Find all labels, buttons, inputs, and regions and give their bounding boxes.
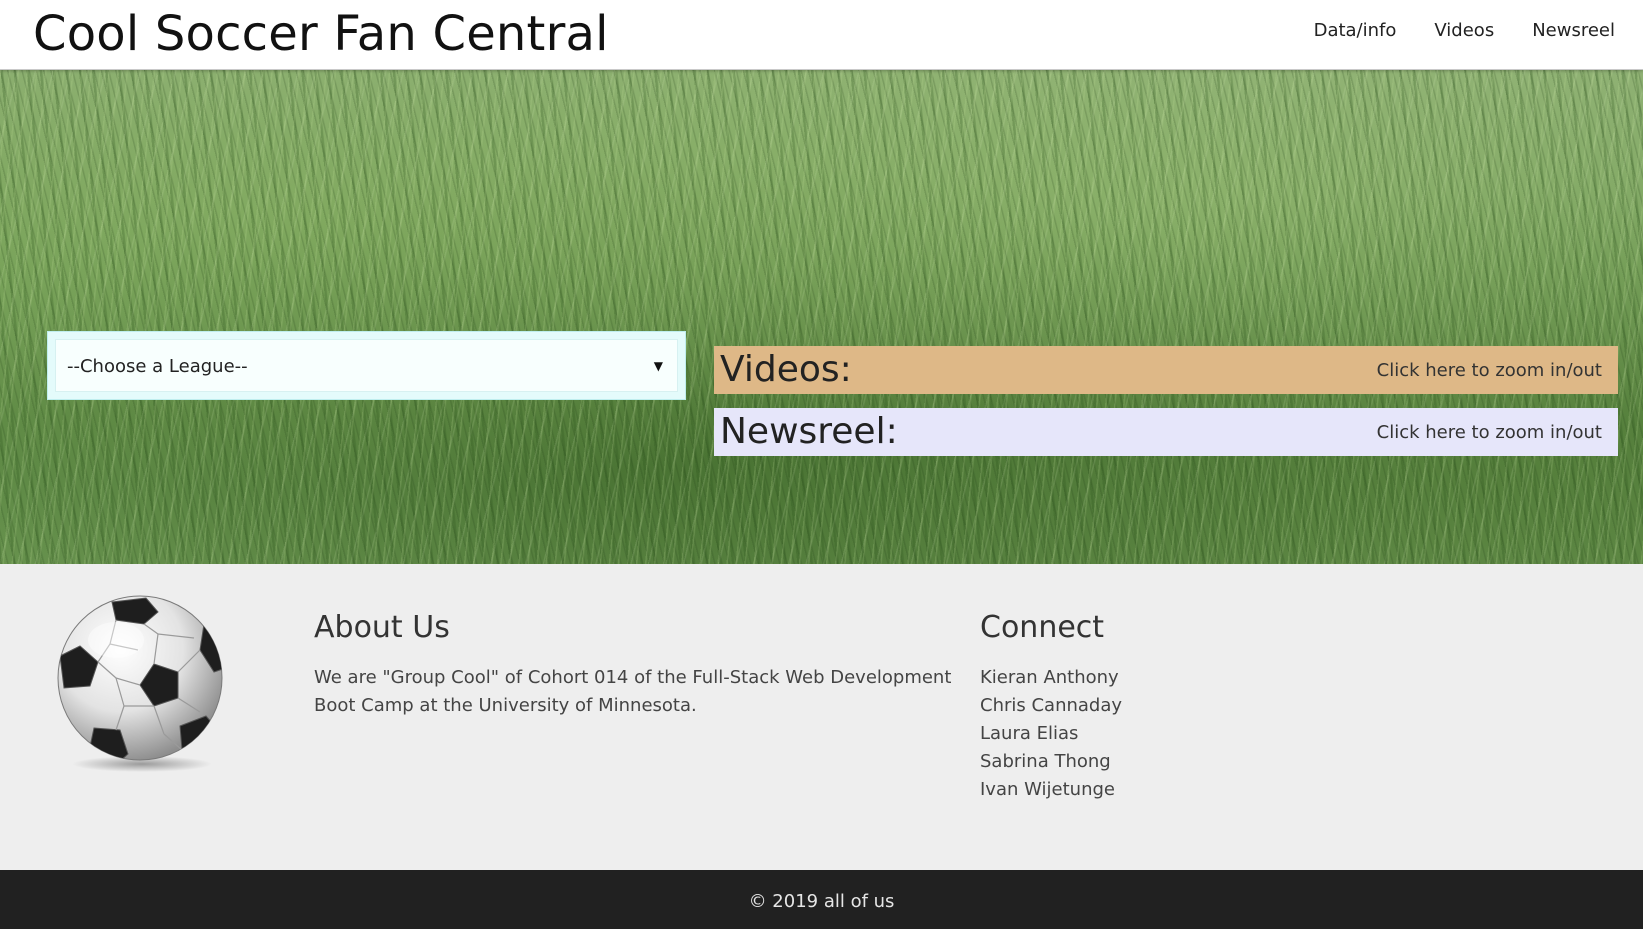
caret-down-icon: ▼ xyxy=(653,359,663,373)
connect-section: Connect Kieran Anthony Chris Cannaday La… xyxy=(980,608,1380,804)
about-us-text: We are "Group Cool" of Cohort 014 of the… xyxy=(314,667,952,716)
videos-zoom-toggle[interactable]: Click here to zoom in/out xyxy=(1377,360,1602,381)
member-name: Kieran Anthony xyxy=(980,667,1119,688)
member-name: Ivan Wijetunge xyxy=(980,779,1115,800)
newsreel-panel-header[interactable]: Newsreel: Click here to zoom in/out xyxy=(714,408,1618,456)
site-header: Cool Soccer Fan Central Data/info Videos… xyxy=(0,0,1643,70)
videos-panel-header[interactable]: Videos: Click here to zoom in/out xyxy=(714,346,1618,394)
member-list: Kieran Anthony Chris Cannaday Laura Elia… xyxy=(980,664,1380,804)
member-name: Chris Cannaday xyxy=(980,695,1123,716)
copyright-text: © 2019 all of us xyxy=(748,891,895,912)
videos-panel-title: Videos: xyxy=(720,349,852,390)
league-select-value: --Choose a League-- xyxy=(67,356,248,377)
member-name: Sabrina Thong xyxy=(980,751,1111,772)
league-select-container: --Choose a League-- ▼ xyxy=(47,331,686,400)
nav-link-videos[interactable]: Videos xyxy=(1415,18,1513,44)
about-us-section: About Us We are "Group Cool" of Cohort 0… xyxy=(314,608,954,720)
nav-link-data-info[interactable]: Data/info xyxy=(1295,18,1416,44)
nav-link-newsreel[interactable]: Newsreel xyxy=(1513,18,1615,44)
member-name: Laura Elias xyxy=(980,723,1079,744)
copyright-bar: © 2019 all of us xyxy=(0,870,1643,929)
newsreel-panel-title: Newsreel: xyxy=(720,411,898,452)
main-nav: Data/info Videos Newsreel xyxy=(1295,18,1615,44)
grass-hero-background: --Choose a League-- ▼ Videos: Click here… xyxy=(0,70,1643,564)
soccer-ball-icon xyxy=(57,595,223,772)
league-select[interactable]: --Choose a League-- ▼ xyxy=(55,339,678,392)
info-section: About Us We are "Group Cool" of Cohort 0… xyxy=(0,564,1643,870)
site-title[interactable]: Cool Soccer Fan Central xyxy=(33,2,609,66)
about-us-heading: About Us xyxy=(314,610,450,645)
connect-heading: Connect xyxy=(980,610,1105,645)
newsreel-zoom-toggle[interactable]: Click here to zoom in/out xyxy=(1377,422,1602,443)
